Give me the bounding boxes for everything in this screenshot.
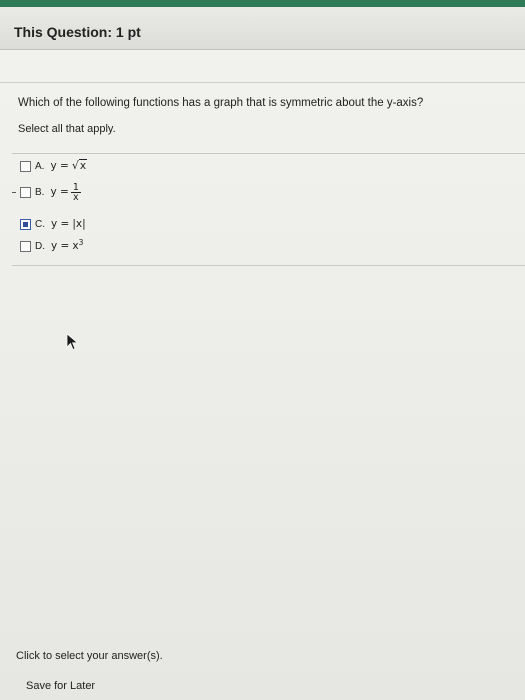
option-b-expression: y = 1 x <box>50 181 81 203</box>
square-root-symbol: √ x <box>71 159 88 172</box>
question-points-title: This Question: 1 pt <box>14 24 141 40</box>
question-header: This Question: 1 pt <box>0 7 525 50</box>
option-b-checkbox[interactable] <box>20 186 31 198</box>
header-divider <box>0 82 525 83</box>
save-for-later-link[interactable]: Save for Later <box>26 680 95 692</box>
option-d-checkbox[interactable] <box>20 240 31 252</box>
options-divider-bottom <box>12 265 525 266</box>
question-text: Which of the following functions has a g… <box>18 97 424 109</box>
question-instruction: Select all that apply. <box>18 123 116 135</box>
option-a-lhs: y = <box>50 160 69 172</box>
option-a[interactable]: A. y = √ x <box>20 157 88 175</box>
answer-status-text: Click to select your answer(s). <box>16 650 163 662</box>
option-a-letter: A. <box>35 160 45 172</box>
option-c-lhs: y = <box>51 218 70 230</box>
option-d-lhs: y = <box>51 240 70 252</box>
option-a-expression: y = √ x <box>50 159 88 172</box>
option-d-letter: D. <box>35 240 45 252</box>
mouse-pointer-icon <box>66 333 79 351</box>
option-b-lhs: y = <box>50 186 69 198</box>
option-c-checkbox[interactable] <box>20 218 31 230</box>
option-b-denominator: x <box>73 191 79 203</box>
options-divider-top <box>12 153 525 154</box>
option-b-fraction: 1 x <box>70 181 81 203</box>
option-a-checkbox[interactable] <box>20 160 31 172</box>
option-c[interactable]: C. y = |x| <box>20 215 86 233</box>
option-d[interactable]: D. y = x 3 <box>20 237 83 255</box>
option-c-rhs: |x| <box>72 218 86 230</box>
option-d-expression: y = x 3 <box>51 237 84 253</box>
option-b-numerator: 1 <box>70 181 81 193</box>
option-a-radicand: x <box>78 159 88 172</box>
focus-marker <box>12 192 16 193</box>
option-b[interactable]: B. y = 1 x <box>20 181 81 203</box>
option-c-letter: C. <box>35 218 45 230</box>
option-b-letter: B. <box>35 186 45 198</box>
option-d-exponent: 3 <box>78 237 84 247</box>
option-c-expression: y = |x| <box>51 218 86 230</box>
top-accent-strip <box>0 0 525 7</box>
